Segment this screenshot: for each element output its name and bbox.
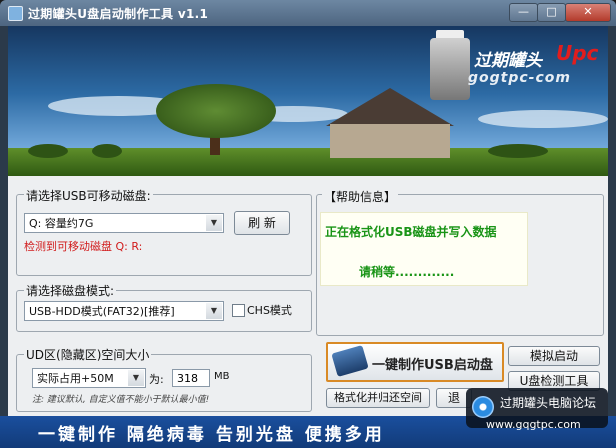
title-bar[interactable]: 过期罐头U盘启动制作工具 v1.1 — □ ✕ — [0, 0, 616, 26]
usb-disk-selected: Q: 容量约7G — [29, 217, 94, 230]
usb-disk-label: 请选择USB可移动磁盘: — [24, 187, 153, 204]
udisk-size-selected: 实际占用+50M — [37, 372, 114, 385]
main-window: 过期罐头U盘启动制作工具 v1.1 — □ ✕ 过期罐头 Upc gogtpc-… — [0, 0, 616, 448]
close-button[interactable]: ✕ — [565, 3, 611, 22]
brand-upc: Upc — [556, 41, 599, 65]
maximize-button[interactable]: □ — [537, 3, 566, 22]
disk-mode-select[interactable]: USB-HDD模式(FAT32)[推荐] ▼ — [24, 301, 224, 321]
forum-logo-icon — [472, 396, 494, 418]
disk-mode-label: 请选择磁盘模式: — [24, 282, 117, 299]
watermark-url: www.gqgtpc.com — [486, 418, 581, 431]
forum-watermark: 过期罐头电脑论坛 www.gqgtpc.com — [466, 388, 608, 431]
usb-drive-icon — [331, 345, 369, 377]
refresh-button[interactable]: 刷 新 — [234, 211, 290, 235]
app-icon — [8, 6, 23, 21]
usb-disk-group — [16, 194, 312, 276]
brand-name: 过期罐头 — [474, 51, 542, 71]
banner: 过期罐头 Upc gogtpc-com — [8, 26, 608, 176]
bush — [28, 144, 68, 158]
make-bootable-usb-button[interactable]: 一键制作USB启动盘 — [326, 342, 504, 382]
make-button-label: 一键制作USB启动盘 — [372, 358, 493, 373]
disk-mode-selected: USB-HDD模式(FAT32)[推荐] — [29, 305, 175, 318]
house — [330, 124, 450, 158]
footer-slogan: 一键制作 隔绝病毒 告别光盘 便携多用 — [38, 425, 385, 445]
cloud — [478, 110, 608, 128]
help-title: 【帮助信息】 — [322, 188, 399, 205]
simulate-boot-button[interactable]: 模拟启动 — [508, 346, 600, 366]
chevron-down-icon: ▼ — [206, 303, 222, 319]
content-panel: 请选择USB可移动磁盘: Q: 容量约7G ▼ 刷 新 检测到可移动磁盘 Q: … — [8, 176, 608, 416]
udisk-area-label: UD区(隐藏区)空间大小 — [24, 346, 152, 363]
udisk-note: 注: 建议默认, 自定义值不能小于默认最小值! — [32, 395, 210, 405]
chs-mode-label: CHS模式 — [247, 304, 292, 317]
brand-url: gogtpc-com — [468, 70, 571, 86]
size-prefix: 为: — [149, 373, 164, 386]
usb-drive-icon — [430, 38, 470, 100]
watermark-name: 过期罐头电脑论坛 — [500, 396, 597, 410]
usb-disk-select[interactable]: Q: 容量约7G ▼ — [24, 213, 224, 233]
bush — [92, 144, 122, 158]
help-info-box: 正在格式化USB磁盘并写入数据 请稍等............. — [320, 212, 528, 286]
chevron-down-icon: ▼ — [206, 215, 222, 231]
tree-crown — [156, 84, 276, 138]
chevron-down-icon: ▼ — [128, 370, 144, 386]
window-title: 过期罐头U盘启动制作工具 v1.1 — [28, 7, 209, 21]
format-restore-button[interactable]: 格式化并归还空间 — [326, 388, 430, 408]
udisk-size-select[interactable]: 实际占用+50M ▼ — [32, 368, 146, 388]
udisk-size-input[interactable]: 318 — [172, 369, 210, 387]
chs-mode-checkbox[interactable] — [232, 304, 245, 317]
bush — [488, 144, 548, 158]
help-line-2: 请稍等............. — [359, 265, 455, 279]
minimize-button[interactable]: — — [509, 3, 538, 22]
detected-disk-status: 检测到可移动磁盘 Q: R: — [24, 240, 143, 253]
help-line-1: 正在格式化USB磁盘并写入数据 — [325, 225, 497, 239]
size-unit: MB — [214, 371, 230, 382]
